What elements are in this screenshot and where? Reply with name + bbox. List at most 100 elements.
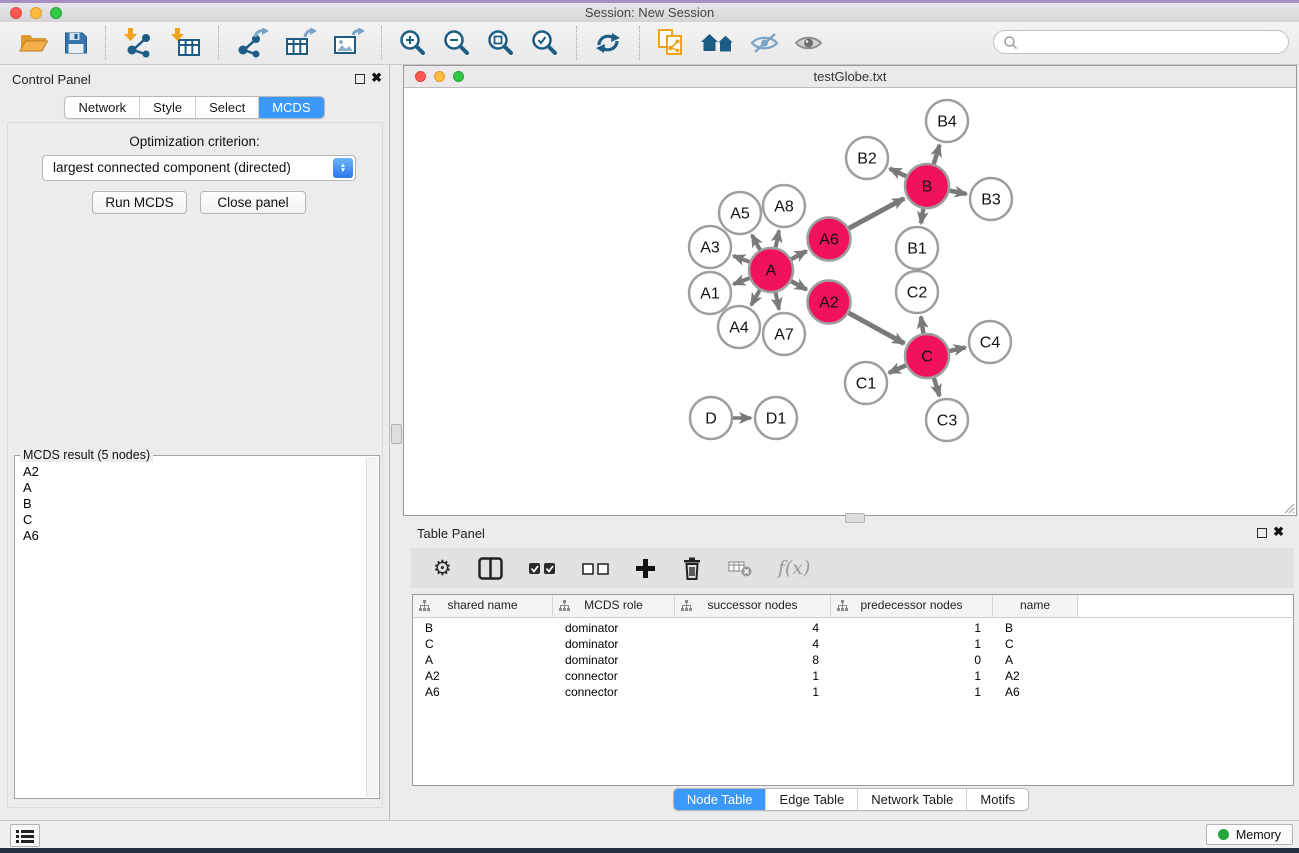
- edge-A-A1[interactable]: [733, 278, 749, 284]
- edge-B-B4[interactable]: [934, 145, 940, 164]
- edge-A-A4[interactable]: [751, 290, 760, 305]
- tab-select[interactable]: Select: [196, 97, 259, 118]
- export-network-icon[interactable]: [235, 28, 269, 58]
- mcds-result-item[interactable]: C: [23, 512, 365, 528]
- node-label-D: D: [705, 411, 717, 428]
- table-row[interactable]: A2connector11A2: [413, 669, 1293, 685]
- edge-A6-B[interactable]: [849, 198, 904, 228]
- node-label-A6: A6: [819, 232, 839, 249]
- float-panel-icon[interactable]: [355, 74, 365, 84]
- table-row[interactable]: A6connector11A6: [413, 685, 1293, 701]
- edge-A-A2[interactable]: [791, 281, 807, 290]
- unselect-all-columns-icon[interactable]: [582, 561, 609, 576]
- select-all-columns-icon[interactable]: [529, 561, 556, 576]
- edge-A2-C[interactable]: [849, 313, 905, 344]
- mcds-result-item[interactable]: A6: [23, 528, 365, 544]
- control-panel-title: Control Panel: [12, 72, 91, 87]
- task-history-button[interactable]: [10, 824, 40, 847]
- criterion-dropdown[interactable]: largest connected component (directed) ▲…: [42, 155, 356, 181]
- float-table-panel-icon[interactable]: [1257, 528, 1267, 538]
- table-settings-gear-icon[interactable]: ⚙: [433, 558, 452, 579]
- mcds-result-item[interactable]: A2: [23, 464, 365, 480]
- hide-selected-eye-slash-icon[interactable]: [750, 31, 780, 55]
- node-label-A8: A8: [774, 199, 794, 216]
- column-header-successor-nodes[interactable]: successor nodes: [675, 595, 831, 617]
- network-canvas[interactable]: AA1A2A3A4A5A6A7A8BB1B2B3B4CC1C2C3C4DD1: [404, 87, 1296, 515]
- tab-node-table[interactable]: Node Table: [674, 789, 767, 810]
- close-table-panel-icon[interactable]: ✖: [1273, 526, 1284, 538]
- open-file-icon[interactable]: [19, 31, 49, 55]
- mcds-result-box: MCDS result (5 nodes) A2ABCA6: [14, 455, 380, 799]
- zoom-selected-icon[interactable]: [530, 28, 560, 58]
- edge-B-B2[interactable]: [890, 169, 907, 177]
- edge-A-A5[interactable]: [752, 235, 760, 250]
- table-header-row: shared nameMCDS rolesuccessor nodesprede…: [413, 595, 1293, 618]
- home-icon[interactable]: [700, 30, 736, 56]
- column-header-mcds-role[interactable]: MCDS role: [553, 595, 675, 617]
- save-session-icon[interactable]: [63, 31, 89, 55]
- column-header-predecessor-nodes[interactable]: predecessor nodes: [831, 595, 993, 617]
- mcds-result-item[interactable]: B: [23, 496, 365, 512]
- tab-motifs[interactable]: Motifs: [967, 789, 1028, 810]
- search-box[interactable]: [993, 30, 1289, 54]
- function-builder-icon: f(x): [778, 557, 811, 579]
- tab-style[interactable]: Style: [140, 97, 196, 118]
- close-panel-icon[interactable]: ✖: [371, 72, 382, 84]
- table-row[interactable]: Bdominator41B: [413, 621, 1293, 637]
- toolbar-divider: [381, 26, 382, 60]
- table-panel-tabs: Node TableEdge TableNetwork TableMotifs: [673, 788, 1029, 811]
- node-label-B: B: [922, 179, 933, 196]
- memory-button[interactable]: Memory: [1206, 824, 1293, 845]
- new-network-from-selection-icon[interactable]: [656, 28, 686, 58]
- edge-A-A3[interactable]: [733, 256, 749, 262]
- edge-C-C2[interactable]: [921, 317, 924, 334]
- table-panel: Table Panel ✖ ⚙ f(x) shared nameMCDS rol…: [403, 520, 1299, 820]
- criterion-value: largest connected component (directed): [53, 156, 291, 180]
- refresh-icon[interactable]: [593, 29, 623, 57]
- run-mcds-button[interactable]: Run MCDS: [92, 191, 187, 214]
- table-body: Bdominator41BCdominator41CAdominator80AA…: [413, 618, 1293, 701]
- node-label-B3: B3: [981, 192, 1001, 209]
- network-graph-container[interactable]: AA1A2A3A4A5A6A7A8BB1B2B3B4CC1C2C3C4DD1: [404, 87, 1296, 515]
- vertical-splitter-grip[interactable]: [391, 424, 402, 444]
- toolbar-divider: [639, 26, 640, 60]
- search-input[interactable]: [1023, 34, 1288, 51]
- edge-C-C4[interactable]: [950, 347, 966, 351]
- edge-A-A7[interactable]: [776, 293, 779, 310]
- create-column-plus-icon[interactable]: [635, 558, 656, 579]
- edge-B-B1[interactable]: [921, 209, 923, 224]
- zoom-fit-icon[interactable]: [486, 28, 516, 58]
- export-table-icon[interactable]: [283, 28, 317, 58]
- tab-edge-table[interactable]: Edge Table: [766, 789, 858, 810]
- column-header-name[interactable]: name: [993, 595, 1078, 617]
- mcds-list-scrollbar[interactable]: [366, 457, 378, 797]
- mcds-result-item[interactable]: A: [23, 480, 365, 496]
- tab-mcds[interactable]: MCDS: [259, 97, 323, 118]
- window-resize-grip[interactable]: [1282, 501, 1295, 514]
- table-row[interactable]: Cdominator41C: [413, 637, 1293, 653]
- control-panel-tabs: NetworkStyleSelectMCDS: [64, 96, 324, 119]
- edge-A-A6[interactable]: [791, 251, 806, 259]
- export-image-icon[interactable]: [331, 28, 365, 58]
- table-row[interactable]: Adominator80A: [413, 653, 1293, 669]
- edge-C-C1[interactable]: [889, 365, 906, 373]
- zoom-in-icon[interactable]: [398, 28, 428, 58]
- horizontal-splitter-grip[interactable]: [845, 513, 865, 523]
- import-table-icon[interactable]: [169, 28, 202, 58]
- node-label-A5: A5: [730, 206, 750, 223]
- edge-A-A8[interactable]: [776, 231, 779, 248]
- column-view-icon[interactable]: [478, 557, 503, 580]
- column-header-shared-name[interactable]: shared name: [413, 595, 553, 617]
- toolbar-divider: [576, 26, 577, 60]
- search-icon: [1003, 35, 1018, 50]
- zoom-out-icon[interactable]: [442, 28, 472, 58]
- delete-column-trash-icon[interactable]: [682, 557, 702, 580]
- edge-B-B3[interactable]: [950, 191, 967, 194]
- close-panel-button[interactable]: Close panel: [200, 191, 306, 214]
- import-network-icon[interactable]: [122, 28, 155, 58]
- show-all-eye-icon[interactable]: [794, 31, 824, 55]
- tab-network-table[interactable]: Network Table: [858, 789, 967, 810]
- edge-C-C3[interactable]: [934, 378, 940, 396]
- toolbar-divider: [105, 26, 106, 60]
- tab-network[interactable]: Network: [65, 97, 140, 118]
